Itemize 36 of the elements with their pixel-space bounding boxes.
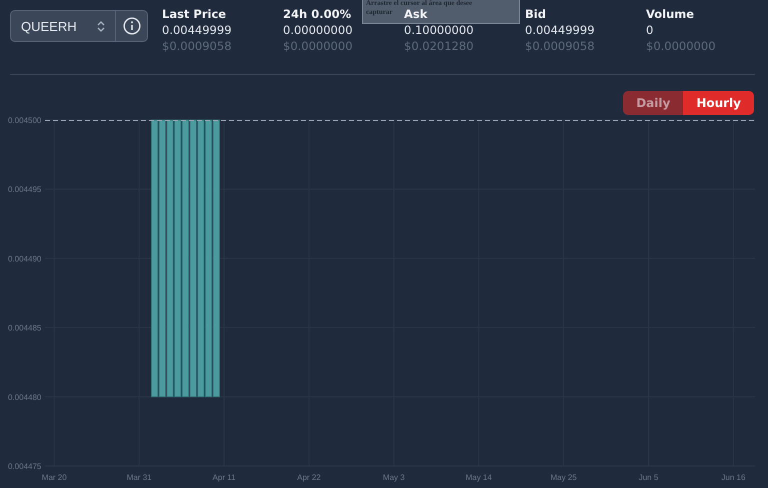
y-axis-label: 0.004485 xyxy=(8,324,42,333)
x-axis-label: Jun 5 xyxy=(638,473,658,482)
symbol-selector[interactable]: QUEERH xyxy=(10,10,148,42)
x-axis-label: Jun 16 xyxy=(721,473,746,482)
x-axis-label: Mar 31 xyxy=(126,473,152,482)
info-icon xyxy=(122,17,140,35)
stat-usd-value: $0.0000000 xyxy=(283,38,353,54)
x-axis-label: May 3 xyxy=(382,473,405,482)
stat-usd-value: $0.0201280 xyxy=(404,38,474,54)
stat-label: Last Price xyxy=(162,6,226,22)
stat-usd-value: $0.0009058 xyxy=(525,38,595,54)
stat-value: 0.10000000 xyxy=(404,22,474,38)
stat-value: 0.00449999 xyxy=(162,22,232,38)
y-axis-label: 0.004480 xyxy=(8,392,42,402)
x-axis-label: Mar 20 xyxy=(42,473,67,482)
stat-label: 24h 0.00% xyxy=(283,6,352,22)
stat-value: 0.00000000 xyxy=(283,22,353,38)
y-axis-label: 0.004490 xyxy=(8,254,42,264)
chevron-updown-icon xyxy=(97,20,105,32)
stat-usd-value: $0.0000000 xyxy=(646,38,716,54)
stat-label: Bid xyxy=(525,6,546,22)
stat-value: 0.00449999 xyxy=(525,22,595,38)
symbol-dropdown[interactable]: QUEERH xyxy=(11,11,115,41)
stat-value: 0 xyxy=(646,22,654,38)
y-axis-label: 0.004475 xyxy=(8,462,42,471)
stat-usd-value: $0.0009058 xyxy=(162,38,232,54)
x-axis-label: May 14 xyxy=(466,473,492,482)
x-axis-label: May 25 xyxy=(550,473,577,482)
stat-label: Volume xyxy=(646,6,694,22)
x-axis-label: Apr 22 xyxy=(297,473,321,482)
stat-label: Ask xyxy=(404,6,428,22)
info-button[interactable] xyxy=(115,11,147,41)
y-axis-label: 0.004495 xyxy=(8,185,42,194)
y-axis-label: 0.004500 xyxy=(8,116,42,125)
x-axis-label: Apr 11 xyxy=(212,473,236,482)
interval-tab[interactable]: Hourly xyxy=(683,91,754,115)
